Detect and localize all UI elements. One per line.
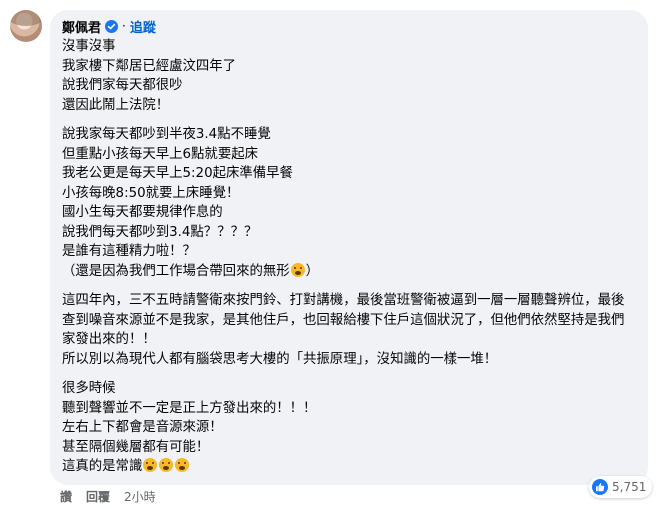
author-avatar[interactable] — [10, 10, 42, 42]
thinking-face-icon — [290, 262, 305, 277]
text-line: 很多時候 — [62, 381, 116, 396]
text-line: 國小生每天都要規律作息的 — [62, 205, 223, 220]
text-line: 說我們家每天都很吵 — [62, 78, 183, 93]
text-line: 是誰有這種精力啦！？ — [62, 244, 196, 259]
like-reaction-icon — [592, 479, 608, 495]
text-line: 甚至隔個幾層都有可能！ — [62, 439, 210, 455]
text-line: 說我家每天都吵到半夜3.4點不睡覺 — [62, 127, 271, 142]
author-name[interactable]: 鄭佩君 — [62, 17, 101, 36]
text-line: 聽到聲響並不一定是正上方發出來的！！！ — [62, 400, 317, 416]
text-segment: 這真的是常識 — [62, 459, 143, 474]
yawning-face-icon — [175, 458, 190, 472]
reply-button[interactable]: 回覆 — [86, 488, 110, 505]
text-line: 沒事沒事 — [62, 39, 116, 54]
paragraph-2: 說我家每天都吵到半夜3.4點不睡覺 但重點小孩每天早上6點就要起床 我老公更是每… — [62, 125, 636, 281]
text-line: 還因此鬧上法院！ — [62, 97, 170, 113]
comment-body: 沒事沒事 我家樓下鄰居已經盧汶四年了 說我們家每天都很吵 還因此鬧上法院！ 說我… — [62, 37, 636, 477]
separator-dot: · — [122, 19, 126, 33]
text-line-with-emoji: 這真的是常識 — [62, 457, 636, 477]
paragraph-3: 這四年內，三不五時請警衛來按門鈴、打對講機，最後當班警衛被逼到一層一層聽聲辨位，… — [62, 291, 636, 369]
text-line: 我老公更是每天早上5:20起床準備早餐 — [62, 166, 293, 181]
reaction-count: 5,751 — [612, 480, 647, 494]
like-button[interactable]: 讚 — [60, 488, 72, 505]
yawning-face-icon — [143, 458, 158, 472]
text-line: 所以別以為現代人都有腦袋思考大樓的「共振原理」，沒知識的一樣一堆！ — [62, 351, 498, 367]
text-line: 說我們每天都吵到3.4點？？？？ — [62, 224, 258, 240]
text-line: 這四年內，三不五時請警衛來按門鈴、打對講機，最後當班警衛被逼到一層一層聽聲辨位，… — [62, 293, 625, 347]
text-line: 我家樓下鄰居已經盧汶四年了 — [62, 58, 237, 74]
text-line: 但重點小孩每天早上6點就要起床 — [62, 146, 258, 162]
comment-header: 鄭佩君 · 追蹤 — [62, 17, 636, 36]
comment-bubble: 鄭佩君 · 追蹤 沒事沒事 我家樓下鄰居已經盧汶四年了 說我們家每天都很吵 還因… — [50, 10, 648, 485]
comment-actions: 讚 回覆 2小時 — [60, 488, 170, 505]
verified-badge-icon — [105, 19, 119, 33]
text-line: 左右上下都會是音源來源！ — [62, 420, 223, 435]
follow-button[interactable]: 追蹤 — [130, 17, 156, 36]
text-line-with-emoji: （還是因為我們工作場合帶回來的無形 ） — [62, 262, 636, 282]
reaction-summary[interactable]: 5,751 — [589, 476, 653, 498]
text-line: 小孩每晚8:50就要上床睡覺！ — [62, 185, 240, 201]
text-segment: ） — [305, 263, 320, 279]
text-segment: （還是因為我們工作場合帶回來的無形 — [62, 263, 290, 279]
yawning-face-icon — [159, 458, 174, 472]
paragraph-1: 沒事沒事 我家樓下鄰居已經盧汶四年了 說我們家每天都很吵 還因此鬧上法院！ — [62, 37, 636, 115]
paragraph-4: 很多時候 聽到聲響並不一定是正上方發出來的！！！ 左右上下都會是音源來源！ 甚至… — [62, 379, 636, 477]
timestamp[interactable]: 2小時 — [124, 488, 156, 505]
